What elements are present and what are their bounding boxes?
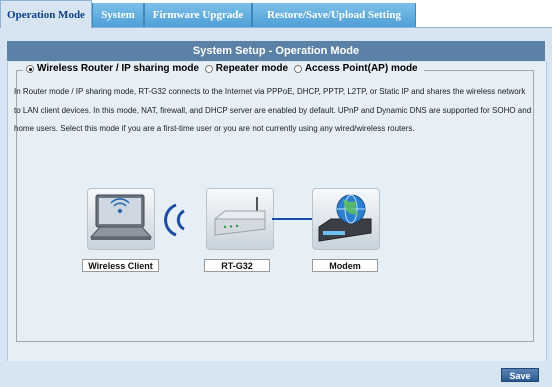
tab-bar: Operation Mode System Firmware Upgrade R… bbox=[0, 0, 552, 28]
ap-mode-label: Access Point(AP) mode bbox=[304, 63, 418, 74]
page-title: System Setup - Operation Mode bbox=[7, 41, 545, 61]
laptop-icon bbox=[89, 194, 153, 240]
repeater-mode-radio[interactable] bbox=[204, 65, 213, 73]
tab-operation-mode[interactable]: Operation Mode bbox=[0, 0, 92, 28]
wireless-signal-icon bbox=[164, 203, 185, 237]
ap-mode-radio[interactable] bbox=[293, 65, 302, 73]
modem-label: Modem bbox=[312, 259, 378, 272]
wireless-client-device bbox=[87, 188, 155, 250]
router-label: RT-G32 bbox=[204, 259, 270, 272]
router-mode-label: Wireless Router / IP sharing mode bbox=[37, 63, 199, 74]
tab-firmware-upgrade[interactable]: Firmware Upgrade bbox=[144, 3, 252, 27]
mode-description: In Router mode / IP sharing mode, RT-G32… bbox=[14, 87, 532, 133]
router-mode-option[interactable]: Wireless Router / IP sharing mode bbox=[26, 62, 199, 76]
repeater-mode-label: Repeater mode bbox=[215, 63, 289, 74]
wireless-client-label: Wireless Client bbox=[82, 259, 159, 272]
save-button[interactable]: Save bbox=[501, 368, 539, 382]
router-icon bbox=[214, 197, 266, 236]
repeater-mode-option[interactable]: Repeater mode bbox=[204, 62, 289, 76]
mode-options: Wireless Router / IP sharing mode Repeat… bbox=[23, 62, 424, 78]
modem-globe-icon bbox=[318, 194, 372, 242]
tab-system[interactable]: System bbox=[92, 3, 144, 27]
tab-restore-save-upload[interactable]: Restore/Save/Upload Setting bbox=[252, 3, 416, 27]
modem-device bbox=[312, 188, 380, 250]
router-mode-radio[interactable] bbox=[26, 65, 34, 73]
main-frame: System Setup - Operation Mode Wireless R… bbox=[0, 27, 552, 387]
connection-line bbox=[272, 218, 312, 220]
router-device bbox=[206, 188, 274, 250]
ap-mode-option[interactable]: Access Point(AP) mode bbox=[293, 62, 418, 76]
